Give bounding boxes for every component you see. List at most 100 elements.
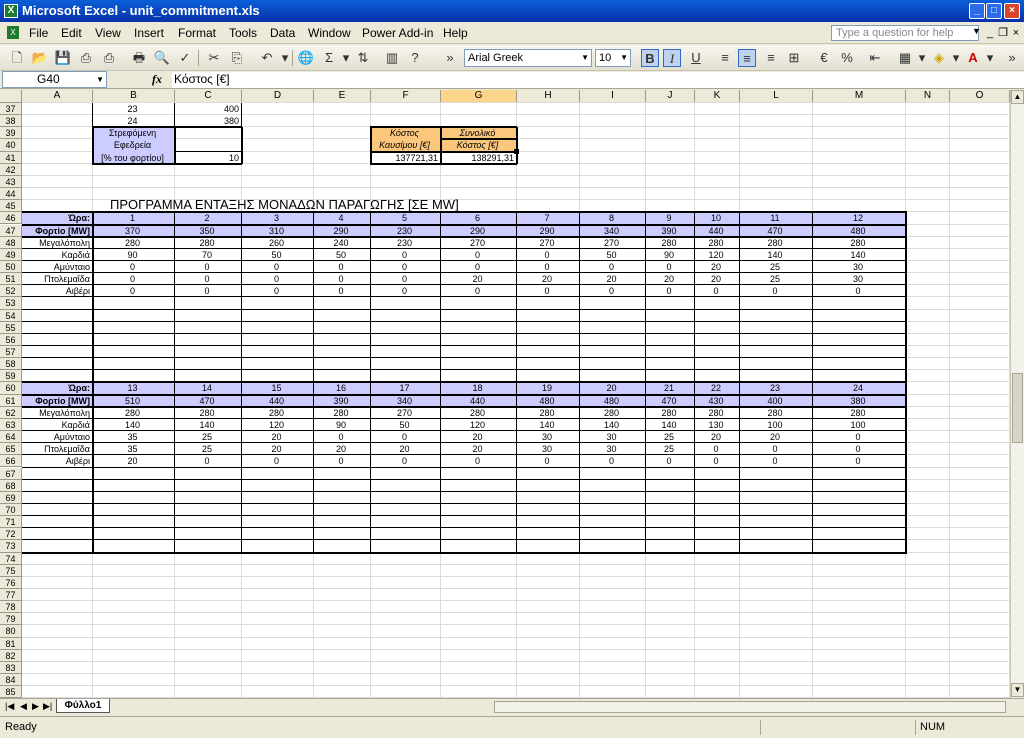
row-header-80[interactable]: 80 (0, 625, 22, 638)
row-header-41[interactable]: 41 (0, 151, 22, 164)
row-header-58[interactable]: 58 (0, 358, 22, 371)
menu-insert[interactable]: Insert (134, 26, 164, 40)
align-center-icon[interactable]: ≡ (738, 49, 756, 67)
row-header-65[interactable]: 65 (0, 443, 22, 456)
row-header-77[interactable]: 77 (0, 589, 22, 602)
menu-file[interactable]: File (29, 26, 48, 40)
row-header-37[interactable]: 37 (0, 103, 22, 116)
row-header-56[interactable]: 56 (0, 333, 22, 346)
schedule-heading[interactable]: ΠΡΟΓΡΑΜΜΑ ΕΝΤΑΞΗΣ ΜΟΝΑΔΩΝ ΠΑΡΑΓΩΓΗΣ [ΣΕ … (110, 197, 459, 212)
preview-icon[interactable]: 🔍 (153, 49, 171, 67)
row-header-82[interactable]: 82 (0, 649, 22, 662)
insert-function-icon[interactable]: fx (152, 72, 162, 87)
help-icon[interactable]: ? (406, 49, 424, 67)
horizontal-scrollbar[interactable] (494, 701, 1006, 713)
row-header-47[interactable]: 47 (0, 224, 22, 237)
menu-power-addin[interactable]: Power Add-in (362, 26, 433, 40)
first-sheet-icon[interactable]: |◀ (5, 701, 14, 712)
font-size-select[interactable]: 10 ▼ (595, 49, 631, 67)
scroll-down-icon[interactable]: ▼ (1011, 683, 1024, 697)
menu-data[interactable]: Data (270, 26, 295, 40)
toolbar-options-icon[interactable]: » (1003, 49, 1021, 67)
row-header-63[interactable]: 63 (0, 418, 22, 432)
row-header-85[interactable]: 85 (0, 686, 22, 698)
row-header-52[interactable]: 52 (0, 285, 22, 298)
row-header-49[interactable]: 49 (0, 248, 22, 261)
percent-button[interactable]: % (838, 49, 856, 67)
help-search-input[interactable]: Type a question for help (831, 25, 979, 41)
new-icon[interactable]: 🗋 (8, 49, 26, 67)
font-color-icon[interactable]: A (964, 49, 982, 67)
row-header-75[interactable]: 75 (0, 564, 22, 577)
row-header-68[interactable]: 68 (0, 479, 22, 492)
vertical-scroll-thumb[interactable] (1012, 373, 1023, 443)
cell-c37[interactable]: 400 (175, 103, 239, 115)
formula-input[interactable]: Κόστος [€] (172, 72, 1024, 88)
row-header-83[interactable]: 83 (0, 661, 22, 675)
undo-icon[interactable]: ↶ (258, 49, 276, 67)
open-icon[interactable]: 📂 (31, 49, 49, 67)
excel-app-icon[interactable]: X (4, 4, 18, 18)
doc-close-button[interactable]: × (1010, 26, 1022, 40)
row-header-45[interactable]: 45 (0, 200, 22, 213)
row-header-39[interactable]: 39 (0, 127, 22, 140)
select-all-corner[interactable] (0, 90, 22, 103)
doc-restore-button[interactable]: ❐ (997, 26, 1009, 40)
vertical-scrollbar[interactable]: ▲ ▼ (1010, 90, 1024, 698)
merge-center-icon[interactable]: ⊞ (785, 49, 803, 67)
cell-b37[interactable]: 23 (93, 103, 172, 115)
next-sheet-icon[interactable]: ▶ (32, 701, 39, 712)
row-header-54[interactable]: 54 (0, 309, 22, 322)
doc-minimize-button[interactable]: _ (984, 26, 996, 40)
row-header-61[interactable]: 61 (0, 394, 22, 407)
row-header-69[interactable]: 69 (0, 491, 22, 504)
scroll-up-icon[interactable]: ▲ (1011, 90, 1024, 104)
row-header-60[interactable]: 60 (0, 382, 22, 395)
row-header-67[interactable]: 67 (0, 467, 22, 480)
font-name-select[interactable]: Arial Greek ▼ (464, 49, 592, 67)
menu-format[interactable]: Format (178, 26, 216, 40)
row-header-81[interactable]: 81 (0, 637, 22, 650)
reserve-label-line[interactable]: Στρεφόμενη (93, 127, 172, 139)
spelling-icon[interactable]: ✓ (176, 49, 194, 67)
row-header-70[interactable]: 70 (0, 503, 22, 517)
reserve-label-line[interactable]: Εφεδρεία (93, 139, 172, 151)
align-right-icon[interactable]: ≡ (762, 49, 780, 67)
row-header-48[interactable]: 48 (0, 236, 22, 249)
print-icon[interactable]: ⎙ (100, 49, 118, 67)
row-header-72[interactable]: 72 (0, 528, 22, 541)
permission-icon[interactable]: ⎙ (77, 49, 95, 67)
chart-wizard-icon[interactable]: ▥ (383, 49, 401, 67)
row-header-73[interactable]: 73 (0, 540, 22, 553)
close-button[interactable]: × (1004, 3, 1020, 19)
row-header-71[interactable]: 71 (0, 516, 22, 529)
prev-sheet-icon[interactable]: ◀ (20, 701, 27, 712)
cut-icon[interactable]: ✂ (205, 49, 223, 67)
row-header-59[interactable]: 59 (0, 370, 22, 383)
copy-icon[interactable]: ⎘ (228, 49, 246, 67)
currency-icon[interactable]: € (815, 49, 833, 67)
row-header-38[interactable]: 38 (0, 115, 22, 128)
row-header-78[interactable]: 78 (0, 601, 22, 614)
row-header-46[interactable]: 46 (0, 212, 22, 225)
font-color-dropdown-icon[interactable]: ▾ (981, 49, 999, 67)
underline-button[interactable]: U (687, 49, 705, 67)
workbook-icon[interactable]: X (7, 26, 19, 39)
row-header-64[interactable]: 64 (0, 431, 22, 444)
row-header-57[interactable]: 57 (0, 346, 22, 359)
fill-handle[interactable] (514, 148, 519, 154)
maximize-button[interactable]: □ (986, 3, 1002, 19)
toolbar-options-icon[interactable]: » (441, 49, 459, 67)
sort-ascending-icon[interactable]: ⇅ (354, 49, 372, 67)
hyperlink-icon[interactable]: 🌐 (297, 49, 315, 67)
row-header-79[interactable]: 79 (0, 613, 22, 626)
row-header-62[interactable]: 62 (0, 406, 22, 419)
row-header-50[interactable]: 50 (0, 260, 22, 274)
name-box[interactable]: G40 ▼ (2, 71, 107, 88)
row-header-66[interactable]: 66 (0, 455, 22, 468)
row-header-53[interactable]: 53 (0, 297, 22, 310)
fill-color-icon[interactable]: ◈ (930, 49, 948, 67)
row-header-43[interactable]: 43 (0, 175, 22, 189)
autosum-icon[interactable]: Σ (320, 49, 338, 67)
row-header-42[interactable]: 42 (0, 163, 22, 176)
